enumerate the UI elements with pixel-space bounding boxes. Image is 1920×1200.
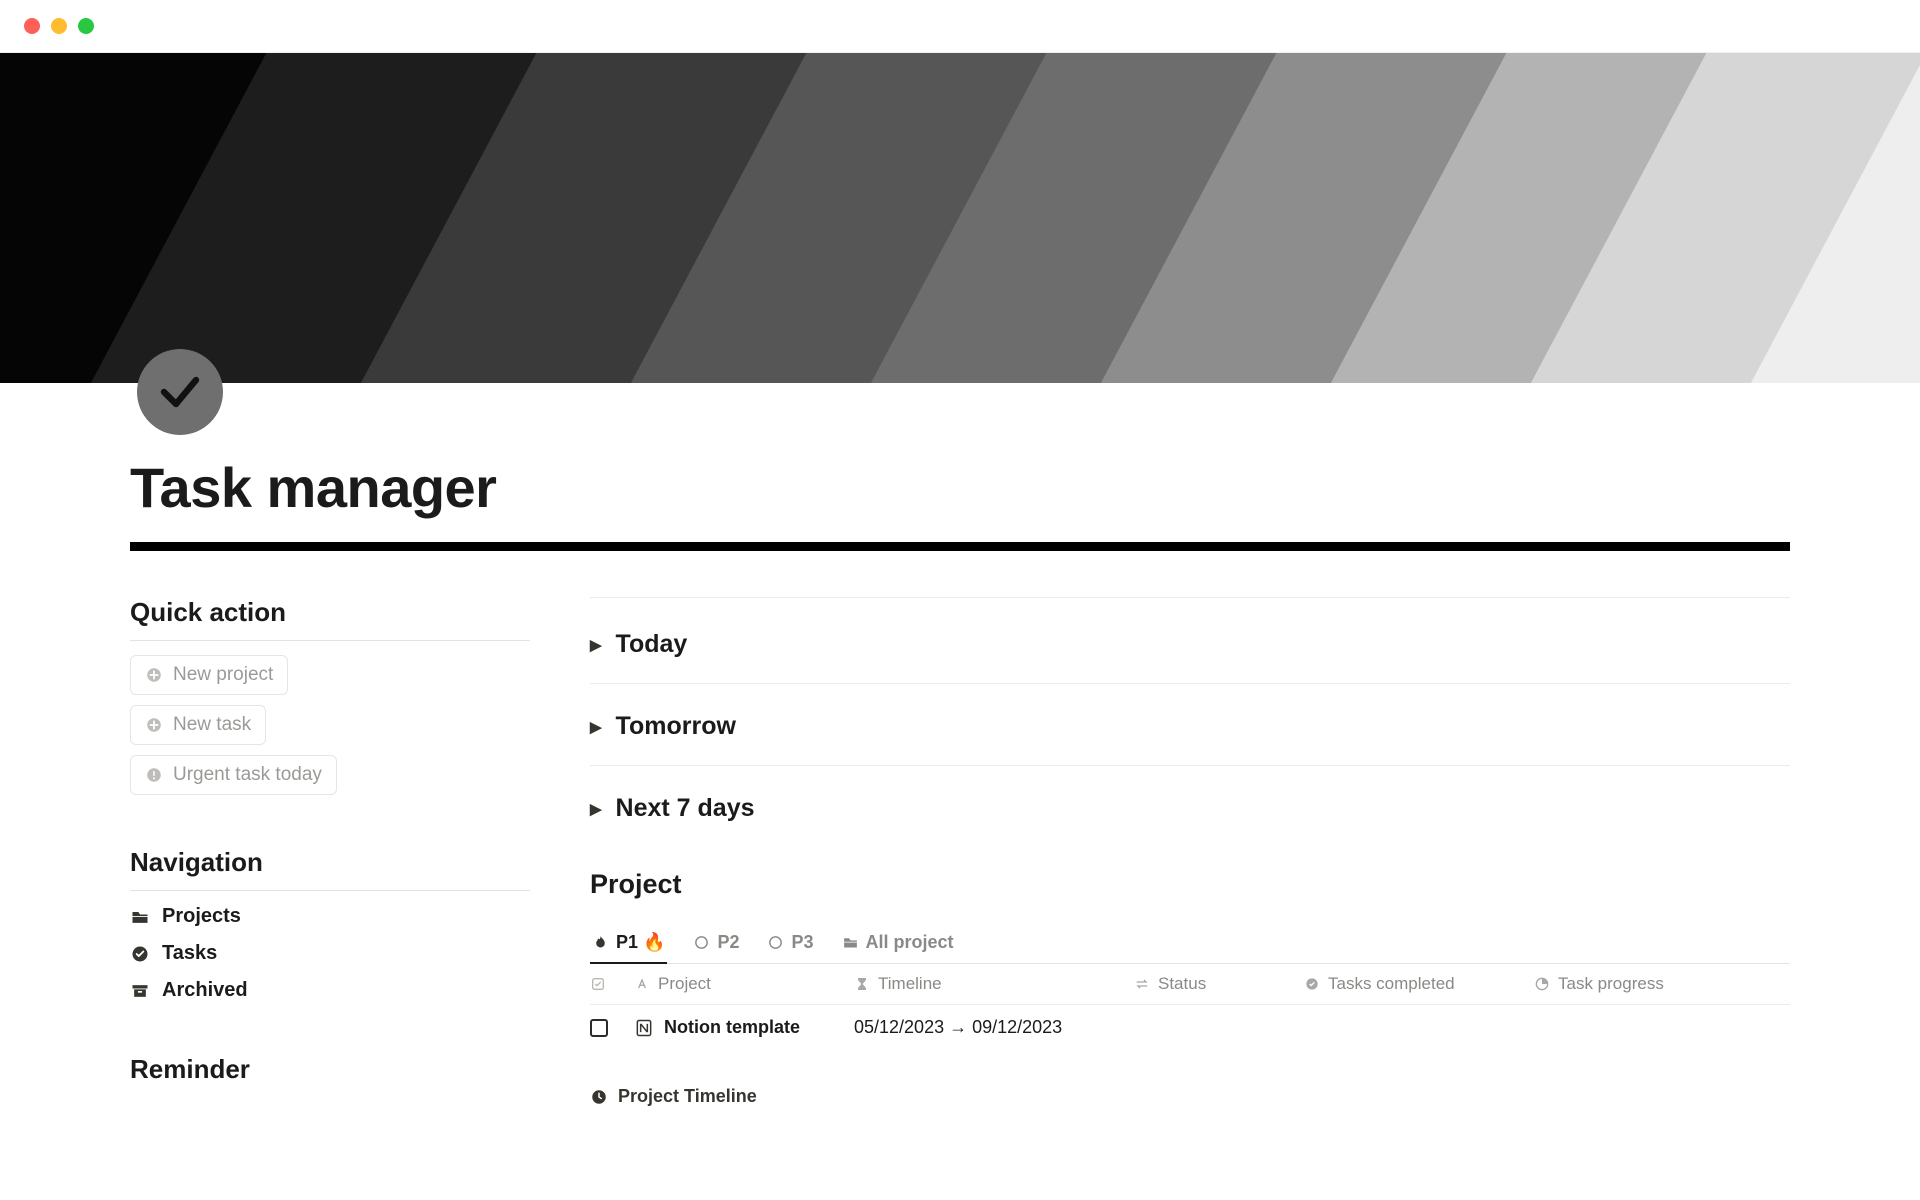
tab-p2[interactable]: P2 <box>691 924 741 963</box>
nav-projects[interactable]: Projects <box>130 905 530 928</box>
folder-icon <box>842 934 859 951</box>
toggle-tomorrow[interactable]: ▶ Tomorrow <box>590 706 1790 747</box>
col-task-progress: Task progress <box>1558 974 1664 994</box>
circle-icon <box>767 934 784 951</box>
tab-label: P2 <box>717 932 739 953</box>
button-label: New task <box>173 714 251 736</box>
caret-right-icon: ▶ <box>590 718 602 736</box>
col-timeline: Timeline <box>878 974 942 994</box>
maximize-window-button[interactable] <box>78 18 94 34</box>
caret-right-icon: ▶ <box>590 636 602 654</box>
nav-tasks[interactable]: Tasks <box>130 942 530 965</box>
check-circle-icon <box>1304 976 1320 992</box>
divider-thick <box>130 542 1790 551</box>
quick-action-heading: Quick action <box>130 597 530 628</box>
divider <box>130 890 530 891</box>
divider <box>590 597 1790 598</box>
project-heading: Project <box>590 869 1790 900</box>
plus-circle-icon <box>145 666 163 684</box>
toggle-today[interactable]: ▶ Today <box>590 624 1790 665</box>
clock-icon <box>590 1088 608 1106</box>
page-title[interactable]: Task manager <box>130 455 1790 520</box>
toggle-next-7-days[interactable]: ▶ Next 7 days <box>590 788 1790 829</box>
row-project-name: Notion template <box>664 1017 800 1038</box>
tab-p1[interactable]: P1 🔥 <box>590 924 667 963</box>
nav-label: Archived <box>162 979 248 1002</box>
row-timeline: 05/12/2023 → 09/12/2023 <box>854 1017 1062 1038</box>
folder-icon <box>130 907 150 927</box>
nav-label: Tasks <box>162 942 217 965</box>
divider <box>590 765 1790 766</box>
new-project-button[interactable]: New project <box>130 655 288 695</box>
divider <box>590 683 1790 684</box>
toggle-label: Today <box>616 630 688 659</box>
col-tasks-completed: Tasks completed <box>1328 974 1455 994</box>
close-window-button[interactable] <box>24 18 40 34</box>
tab-label: All project <box>866 932 954 953</box>
nav-label: Projects <box>162 905 241 928</box>
page-cover <box>0 53 1920 383</box>
checkbox-header-icon <box>590 976 606 992</box>
page-icon-check[interactable] <box>137 349 223 435</box>
new-task-button[interactable]: New task <box>130 705 266 745</box>
col-status: Status <box>1158 974 1206 994</box>
minimize-window-button[interactable] <box>51 18 67 34</box>
plus-circle-icon <box>145 716 163 734</box>
project-timeline-link[interactable]: Project Timeline <box>590 1086 1790 1107</box>
check-circle-icon <box>130 944 150 964</box>
swap-icon <box>1134 976 1150 992</box>
text-icon <box>634 976 650 992</box>
project-tabs: P1 🔥 P2 P3 <box>590 924 1790 964</box>
table-row[interactable]: Notion template 05/12/2023 → 09/12/2023 <box>590 1005 1790 1050</box>
reminder-heading: Reminder <box>130 1054 530 1085</box>
check-icon <box>156 368 204 416</box>
hourglass-icon <box>854 976 870 992</box>
flame-icon <box>592 934 609 951</box>
progress-icon <box>1534 976 1550 992</box>
toggle-label: Tomorrow <box>616 712 736 741</box>
nav-archived[interactable]: Archived <box>130 979 530 1002</box>
urgent-task-button[interactable]: Urgent task today <box>130 755 337 795</box>
navigation-heading: Navigation <box>130 847 530 878</box>
alert-circle-icon <box>145 766 163 784</box>
notion-page-icon <box>634 1018 654 1038</box>
row-checkbox[interactable] <box>590 1019 608 1037</box>
project-timeline-label: Project Timeline <box>618 1086 757 1107</box>
tab-p3[interactable]: P3 <box>765 924 815 963</box>
tab-label: P3 <box>791 932 813 953</box>
circle-icon <box>693 934 710 951</box>
tab-label: P1 🔥 <box>616 932 665 953</box>
caret-right-icon: ▶ <box>590 800 602 818</box>
button-label: Urgent task today <box>173 764 322 786</box>
col-project: Project <box>658 974 711 994</box>
divider <box>130 640 530 641</box>
button-label: New project <box>173 664 273 686</box>
tab-all-project[interactable]: All project <box>840 924 956 963</box>
archive-icon <box>130 981 150 1001</box>
table-header: Project Timeline Status <box>590 964 1790 1005</box>
toggle-label: Next 7 days <box>616 794 755 823</box>
window-titlebar <box>0 0 1920 53</box>
